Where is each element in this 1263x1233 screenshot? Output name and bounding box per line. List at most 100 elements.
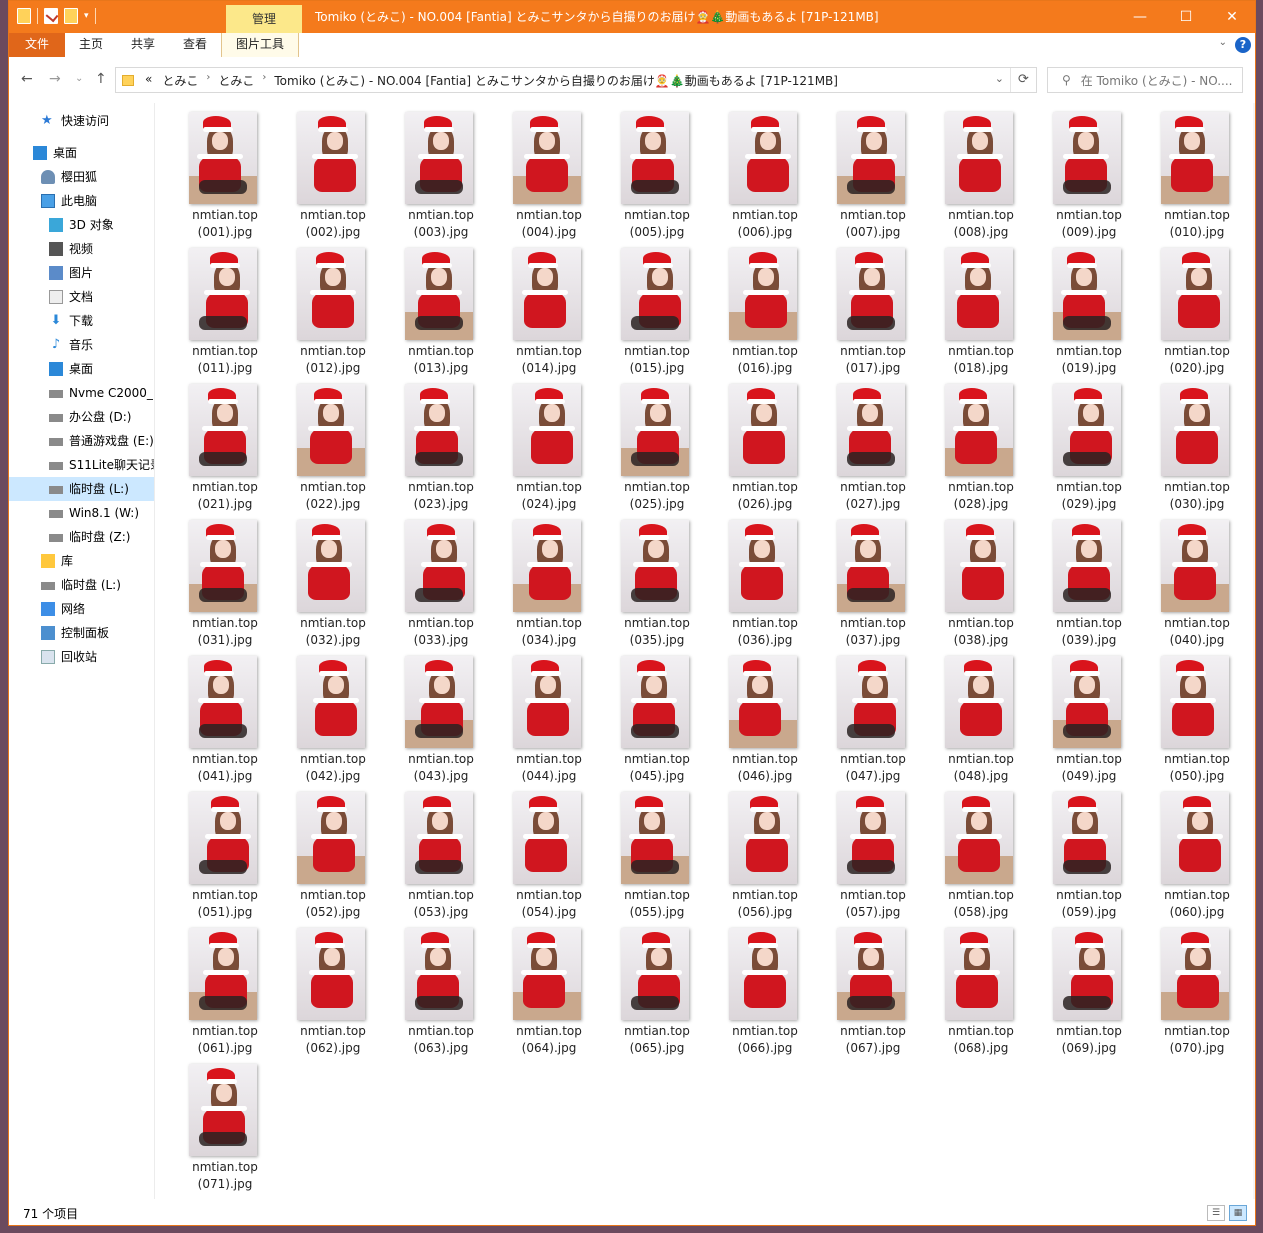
- sidebar-item[interactable]: 库: [9, 549, 154, 573]
- address-dropdown-icon[interactable]: ⌄: [995, 72, 1004, 85]
- file-item[interactable]: nmtian.top (018).jpg: [937, 247, 1045, 383]
- file-item[interactable]: nmtian.top (064).jpg: [505, 927, 613, 1063]
- vertical-scrollbar[interactable]: [1253, 103, 1255, 1199]
- file-item[interactable]: nmtian.top (043).jpg: [397, 655, 505, 791]
- file-item[interactable]: nmtian.top (020).jpg: [1153, 247, 1255, 383]
- file-item[interactable]: nmtian.top (034).jpg: [505, 519, 613, 655]
- breadcrumb-item[interactable]: とみこ: [157, 72, 203, 89]
- search-input[interactable]: 在 Tomiko (とみこ) - NO....: [1081, 72, 1233, 89]
- file-item[interactable]: nmtian.top (056).jpg: [721, 791, 829, 927]
- sidebar-item[interactable]: 回收站: [9, 645, 154, 669]
- qat-dropdown-icon[interactable]: ▾: [84, 11, 89, 21]
- file-item[interactable]: nmtian.top (028).jpg: [937, 383, 1045, 519]
- sidebar-item[interactable]: 办公盘 (D:): [9, 405, 154, 429]
- file-item[interactable]: nmtian.top (046).jpg: [721, 655, 829, 791]
- file-item[interactable]: nmtian.top (067).jpg: [829, 927, 937, 1063]
- address-bar[interactable]: « とみこ › とみこ › Tomiko (とみこ) - NO.004 [Fan…: [115, 67, 1037, 93]
- file-item[interactable]: nmtian.top (002).jpg: [289, 111, 397, 247]
- sidebar-item[interactable]: Win8.1 (W:): [9, 501, 154, 525]
- tab-view[interactable]: 查看: [169, 33, 221, 57]
- tab-file[interactable]: 文件: [9, 33, 65, 57]
- sidebar-item[interactable]: 普通游戏盘 (E:): [9, 429, 154, 453]
- file-item[interactable]: nmtian.top (063).jpg: [397, 927, 505, 1063]
- sidebar-item[interactable]: ⬇ 下载: [9, 309, 154, 333]
- file-item[interactable]: nmtian.top (013).jpg: [397, 247, 505, 383]
- minimize-button[interactable]: —: [1117, 1, 1163, 33]
- file-item[interactable]: nmtian.top (010).jpg: [1153, 111, 1255, 247]
- file-item[interactable]: nmtian.top (069).jpg: [1045, 927, 1153, 1063]
- file-item[interactable]: nmtian.top (065).jpg: [613, 927, 721, 1063]
- refresh-button[interactable]: ⟳: [1010, 68, 1036, 92]
- tab-share[interactable]: 共享: [117, 33, 169, 57]
- sidebar-item[interactable]: ★ 快速访问: [9, 109, 154, 133]
- file-item[interactable]: nmtian.top (012).jpg: [289, 247, 397, 383]
- file-item[interactable]: nmtian.top (023).jpg: [397, 383, 505, 519]
- file-item[interactable]: nmtian.top (041).jpg: [181, 655, 289, 791]
- file-item[interactable]: nmtian.top (024).jpg: [505, 383, 613, 519]
- file-item[interactable]: nmtian.top (011).jpg: [181, 247, 289, 383]
- sidebar-item[interactable]: 视频: [9, 237, 154, 261]
- file-item[interactable]: nmtian.top (033).jpg: [397, 519, 505, 655]
- sidebar-item[interactable]: 樱田狐: [9, 165, 154, 189]
- breadcrumb-overflow[interactable]: «: [140, 72, 157, 89]
- file-item[interactable]: nmtian.top (045).jpg: [613, 655, 721, 791]
- recent-locations-icon[interactable]: ⌄: [75, 73, 83, 84]
- forward-button[interactable]: →: [49, 71, 61, 87]
- file-item[interactable]: nmtian.top (019).jpg: [1045, 247, 1153, 383]
- sidebar-item[interactable]: 3D 对象: [9, 213, 154, 237]
- file-item[interactable]: nmtian.top (039).jpg: [1045, 519, 1153, 655]
- sidebar-item[interactable]: 控制面板: [9, 621, 154, 645]
- file-item[interactable]: nmtian.top (052).jpg: [289, 791, 397, 927]
- file-item[interactable]: nmtian.top (015).jpg: [613, 247, 721, 383]
- file-item[interactable]: nmtian.top (026).jpg: [721, 383, 829, 519]
- search-box[interactable]: ⚲ 在 Tomiko (とみこ) - NO....: [1047, 67, 1243, 93]
- file-item[interactable]: nmtian.top (009).jpg: [1045, 111, 1153, 247]
- help-icon[interactable]: ?: [1235, 37, 1251, 53]
- file-item[interactable]: nmtian.top (008).jpg: [937, 111, 1045, 247]
- file-item[interactable]: nmtian.top (060).jpg: [1153, 791, 1255, 927]
- tab-home[interactable]: 主页: [65, 33, 117, 57]
- close-button[interactable]: ✕: [1209, 1, 1255, 33]
- chevron-right-icon[interactable]: ›: [203, 72, 213, 89]
- sidebar-item[interactable]: S11Lite聊天记录: [9, 453, 154, 477]
- file-item[interactable]: nmtian.top (014).jpg: [505, 247, 613, 383]
- sidebar-item[interactable]: 文档: [9, 285, 154, 309]
- maximize-button[interactable]: ☐: [1163, 1, 1209, 33]
- file-item[interactable]: nmtian.top (032).jpg: [289, 519, 397, 655]
- file-item[interactable]: nmtian.top (059).jpg: [1045, 791, 1153, 927]
- file-item[interactable]: nmtian.top (031).jpg: [181, 519, 289, 655]
- file-item[interactable]: nmtian.top (005).jpg: [613, 111, 721, 247]
- sidebar-item[interactable]: 临时盘 (L:): [9, 573, 154, 597]
- file-item[interactable]: nmtian.top (035).jpg: [613, 519, 721, 655]
- chevron-right-icon[interactable]: ›: [259, 72, 269, 89]
- file-item[interactable]: nmtian.top (068).jpg: [937, 927, 1045, 1063]
- sidebar-item[interactable]: 此电脑: [9, 189, 154, 213]
- file-item[interactable]: nmtian.top (006).jpg: [721, 111, 829, 247]
- properties-icon[interactable]: [44, 8, 58, 24]
- file-item[interactable]: nmtian.top (055).jpg: [613, 791, 721, 927]
- file-item[interactable]: nmtian.top (047).jpg: [829, 655, 937, 791]
- file-item[interactable]: nmtian.top (038).jpg: [937, 519, 1045, 655]
- sidebar-item[interactable]: 桌面: [9, 357, 154, 381]
- expand-ribbon-icon[interactable]: ⌄: [1219, 37, 1227, 48]
- sidebar-item[interactable]: 桌面: [9, 141, 154, 165]
- back-button[interactable]: ←: [21, 71, 33, 87]
- file-item[interactable]: nmtian.top (049).jpg: [1045, 655, 1153, 791]
- breadcrumb-item[interactable]: とみこ: [213, 72, 259, 89]
- file-item[interactable]: nmtian.top (030).jpg: [1153, 383, 1255, 519]
- file-item[interactable]: nmtian.top (025).jpg: [613, 383, 721, 519]
- file-item[interactable]: nmtian.top (061).jpg: [181, 927, 289, 1063]
- file-item[interactable]: nmtian.top (054).jpg: [505, 791, 613, 927]
- file-item[interactable]: nmtian.top (017).jpg: [829, 247, 937, 383]
- file-item[interactable]: nmtian.top (058).jpg: [937, 791, 1045, 927]
- up-button[interactable]: ↑: [95, 71, 107, 87]
- file-item[interactable]: nmtian.top (027).jpg: [829, 383, 937, 519]
- file-item[interactable]: nmtian.top (004).jpg: [505, 111, 613, 247]
- tab-picture-tools[interactable]: 图片工具: [221, 33, 300, 57]
- sidebar-item[interactable]: 临时盘 (L:): [9, 477, 154, 501]
- file-item[interactable]: nmtian.top (071).jpg: [181, 1063, 289, 1199]
- new-folder-icon[interactable]: [64, 8, 78, 24]
- file-item[interactable]: nmtian.top (001).jpg: [181, 111, 289, 247]
- details-view-icon[interactable]: ☰: [1207, 1205, 1225, 1221]
- file-item[interactable]: nmtian.top (040).jpg: [1153, 519, 1255, 655]
